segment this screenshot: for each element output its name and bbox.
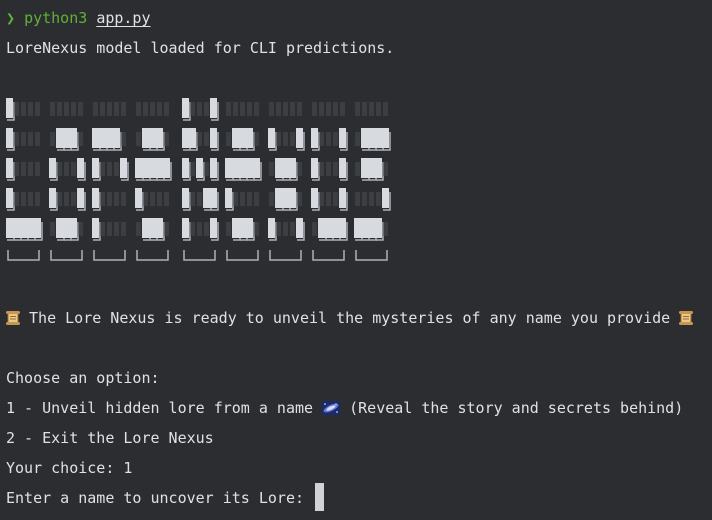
name-prompt: Enter a name to uncover its Lore: <box>6 489 305 507</box>
banner-letter <box>225 102 262 261</box>
banner-letter <box>311 102 348 261</box>
status-message: LoreNexus model loaded for CLI predictio… <box>6 39 395 57</box>
banner-letter <box>135 102 172 261</box>
menu-option-2: 2 - Exit the Lore Nexus <box>6 429 214 447</box>
command-name: python3 <box>24 9 88 27</box>
command-line: ❯ python3 app.py <box>6 3 151 33</box>
banner-letter <box>354 102 391 261</box>
choice-line: Your choice: 1 <box>6 459 133 477</box>
banner-letter <box>49 102 86 261</box>
banner-letter <box>6 98 43 261</box>
banner-letter <box>268 102 305 261</box>
menu-option-1-text: 1 - Unveil hidden lore from a name <box>6 399 314 417</box>
milky-way-icon <box>322 395 341 415</box>
text-cursor[interactable] <box>315 483 325 511</box>
terminal-window: ❯ python3 app.py LoreNexus model loaded … <box>0 0 712 520</box>
banner-letter <box>182 98 219 261</box>
banner-letter <box>92 102 129 261</box>
menu-heading: Choose an option: <box>6 369 160 387</box>
menu-option-1-suffix: (Reveal the story and secrets behind) <box>349 399 684 417</box>
scroll-icon <box>679 306 694 325</box>
ascii-banner <box>6 96 682 264</box>
menu-option-1: 1 - Unveil hidden lore from a name (Reve… <box>6 393 683 423</box>
command-argument[interactable]: app.py <box>96 9 150 27</box>
intro-line: The Lore Nexus is ready to unveil the my… <box>6 303 694 333</box>
intro-text: The Lore Nexus is ready to unveil the my… <box>29 309 671 327</box>
name-input-line[interactable]: Enter a name to uncover its Lore: <box>6 483 325 513</box>
ascii-banner-art <box>6 98 391 261</box>
scroll-icon <box>6 306 20 325</box>
prompt-symbol: ❯ <box>6 9 16 27</box>
